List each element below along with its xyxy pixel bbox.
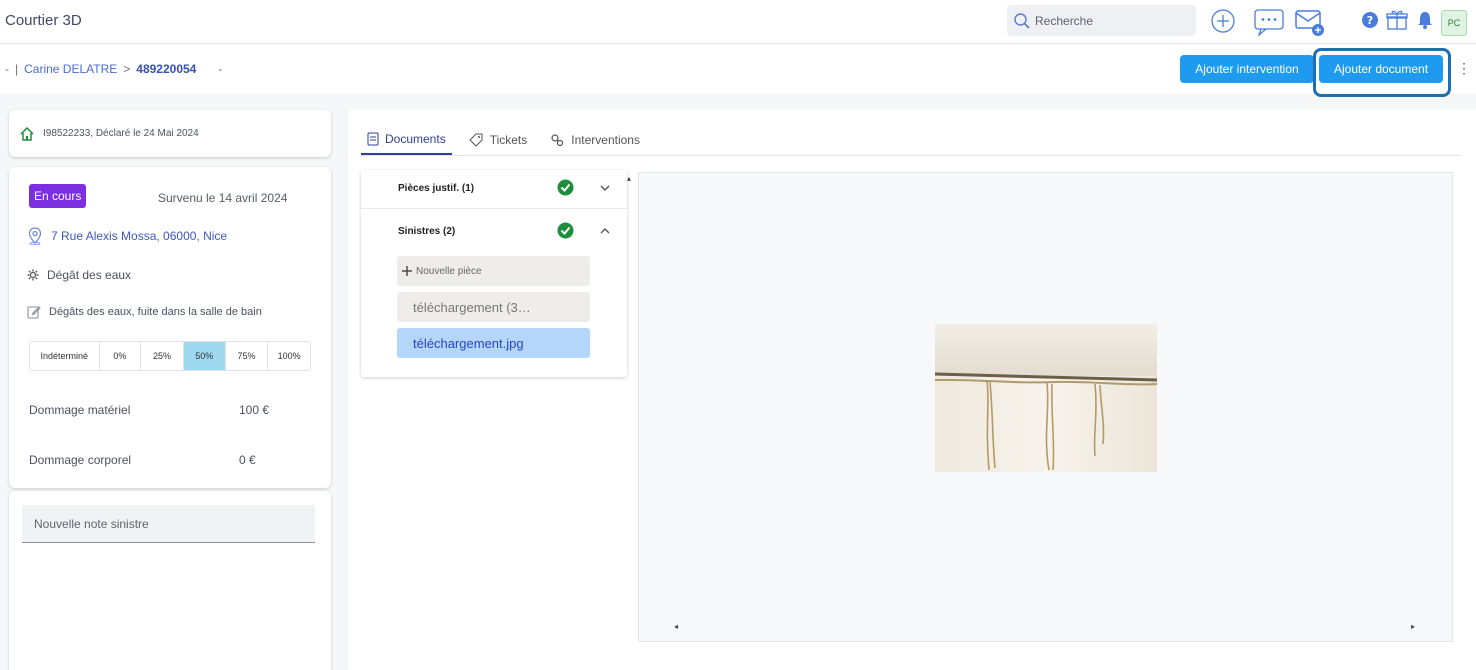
new-piece-button[interactable]: Nouvelle pièce <box>397 256 590 286</box>
location-pin-icon <box>28 227 42 245</box>
add-circle-icon[interactable] <box>1210 8 1236 34</box>
tag-icon <box>468 133 483 147</box>
damage-type-text: Dégât des eaux <box>47 268 132 282</box>
search-input[interactable]: Recherche <box>1007 5 1196 36</box>
search-placeholder: Recherche <box>1035 13 1094 28</box>
gift-icon[interactable] <box>1386 9 1408 31</box>
breadcrumb-dash: - <box>5 62 9 76</box>
scroll-left-icon[interactable]: ◂ <box>674 622 678 631</box>
progress-option-0[interactable]: 0% <box>100 342 142 370</box>
mail-add-icon[interactable] <box>1294 8 1326 38</box>
progress-option-25[interactable]: 25% <box>141 342 184 370</box>
claim-card[interactable]: I98522233, Déclaré le 24 Mai 2024 <box>9 110 331 157</box>
group-pieces-justif-label: Pièces justif. (1) <box>398 182 475 194</box>
edit-icon <box>27 306 41 319</box>
material-damage-label: Dommage matériel <box>29 403 131 417</box>
progress-option-indetermine[interactable]: Indéterminé <box>30 342 100 370</box>
svg-text:?: ? <box>1367 14 1373 27</box>
breadcrumb-policy-id[interactable]: 489220054 <box>136 62 196 76</box>
tab-documents-label: Documents <box>385 131 446 146</box>
progress-selector: Indéterminé 0% 25% 50% 75% 100% <box>29 341 311 371</box>
plus-icon <box>402 266 412 276</box>
document-preview-image[interactable] <box>935 324 1157 472</box>
address-row[interactable]: 7 Rue Alexis Mossa, 06000, Nice <box>27 227 227 245</box>
app-title[interactable]: Courtier 3D <box>5 12 82 29</box>
new-note-input[interactable]: Nouvelle note sinistre <box>22 505 315 543</box>
check-circle-icon <box>557 222 574 239</box>
bodily-damage-value[interactable]: 0 € <box>239 453 256 467</box>
claim-details-card: En cours Survenu le 14 avril 2024 7 Rue … <box>9 167 331 488</box>
add-document-button[interactable]: Ajouter document <box>1319 55 1443 83</box>
tab-tickets-label: Tickets <box>489 132 528 147</box>
file-item-selected[interactable]: téléchargement.jpg <box>397 328 590 358</box>
avatar[interactable]: PC <box>1441 10 1467 36</box>
gear-icon <box>27 269 39 281</box>
progress-option-100[interactable]: 100% <box>268 342 310 370</box>
chevron-down-icon[interactable] <box>599 182 611 194</box>
tools-icon <box>551 133 564 146</box>
more-options-icon[interactable]: ⋮ <box>1457 60 1471 77</box>
scroll-right-icon[interactable]: ▸ <box>1411 622 1415 631</box>
group-divider <box>361 208 627 209</box>
tab-tickets[interactable]: Tickets <box>462 124 534 155</box>
document-icon <box>367 132 379 145</box>
occurrence-date: Survenu le 14 avril 2024 <box>158 191 288 205</box>
description-row[interactable]: Dégâts des eaux, fuite dans la salle de … <box>27 305 262 319</box>
chat-icon[interactable] <box>1253 8 1285 36</box>
new-piece-label: Nouvelle pièce <box>416 265 482 277</box>
progress-option-50[interactable]: 50% <box>183 342 226 370</box>
check-circle-icon <box>557 179 574 196</box>
tab-bar: Documents Tickets Interventions <box>361 124 1461 156</box>
address-text: 7 Rue Alexis Mossa, 06000, Nice <box>51 229 228 243</box>
search-icon <box>1014 12 1030 29</box>
group-sinistres-label: Sinistres (2) <box>398 225 456 237</box>
breadcrumb-arrow: > <box>123 62 131 76</box>
description-text: Dégâts des eaux, fuite dans la salle de … <box>49 306 262 318</box>
document-viewer: ◂ ▸ <box>638 172 1453 642</box>
status-badge: En cours <box>29 184 87 208</box>
home-icon <box>20 126 34 141</box>
breadcrumb-separator: | <box>15 62 19 76</box>
document-list: Pièces justif. (1) Sinistres (2) Nouvell… <box>361 170 627 377</box>
file-item[interactable]: téléchargement (3… <box>397 292 590 322</box>
breadcrumb-client-link[interactable]: Carine DELATRE <box>24 62 117 76</box>
bell-icon[interactable] <box>1415 10 1435 30</box>
list-scroll-up-icon[interactable]: ▴ <box>627 174 631 183</box>
material-damage-value[interactable]: 100 € <box>239 403 269 417</box>
breadcrumb: - | Carine DELATRE > 489220054 - <box>5 62 222 76</box>
group-sinistres[interactable]: Sinistres (2) <box>361 213 627 249</box>
progress-option-75[interactable]: 75% <box>226 342 269 370</box>
bodily-damage-label: Dommage corporel <box>29 453 132 467</box>
help-icon[interactable]: ? <box>1361 11 1379 29</box>
tab-interventions-label: Interventions <box>571 132 640 147</box>
tab-interventions[interactable]: Interventions <box>543 124 646 155</box>
add-intervention-button[interactable]: Ajouter intervention <box>1180 55 1314 83</box>
damage-type-row: Dégât des eaux <box>27 268 131 282</box>
note-card: Nouvelle note sinistre <box>9 491 331 670</box>
top-bar: Courtier 3D Recherche ? PC <box>0 0 1476 44</box>
claim-reference: I98522233, Déclaré le 24 Mai 2024 <box>43 128 199 139</box>
breadcrumb-trailing: - <box>218 62 223 76</box>
chevron-up-icon[interactable] <box>599 225 611 237</box>
group-pieces-justif[interactable]: Pièces justif. (1) <box>361 170 627 206</box>
tab-documents[interactable]: Documents <box>361 124 452 155</box>
